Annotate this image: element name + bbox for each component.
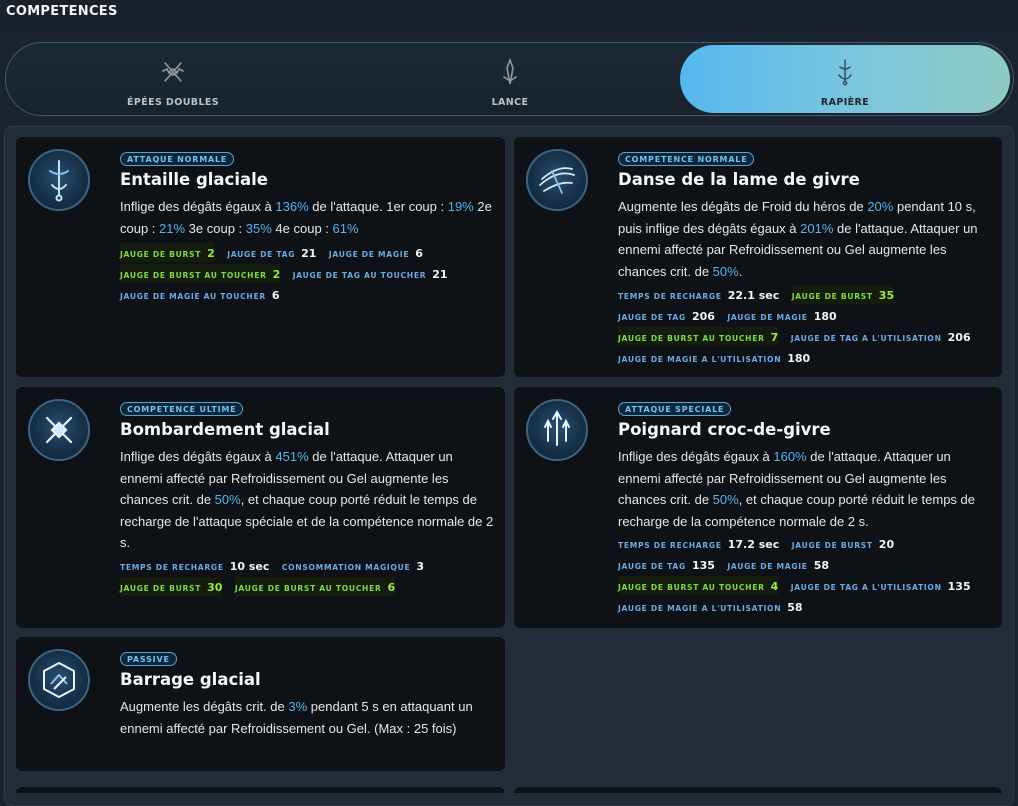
skill-card-passive: PASSIVE Barrage glacial Augmente les dég… bbox=[15, 636, 506, 772]
skill-type-badge: COMPETENCE NORMALE bbox=[618, 152, 755, 166]
stat-cooldown: TEMPS DE RECHARGE 22.1 sec bbox=[618, 289, 780, 302]
skill-type-badge: COMPETENCE ULTIME bbox=[120, 402, 244, 416]
skill-card-partial-right bbox=[513, 786, 1003, 793]
skill-card-normal-attack: ATTAQUE NORMALE Entaille glaciale Inflig… bbox=[15, 136, 506, 378]
stat-magic-gauge: JAUGE DE MAGIE 180 bbox=[727, 310, 837, 323]
stat-magic-on-use: JAUGE DE MAGIE A L'UTILISATION 58 bbox=[618, 601, 803, 614]
skill-description: Inflige des dégâts égaux à 451% de l'att… bbox=[120, 449, 494, 550]
stat-tag-gauge: JAUGE DE TAG 206 bbox=[618, 310, 715, 323]
skill-description: Augmente les dégâts de Froid du héros de… bbox=[618, 199, 978, 279]
stat-burst-on-hit: JAUGE DE BURST AU TOUCHER 6 bbox=[234, 577, 396, 596]
top-header: COMPETENCES bbox=[0, 0, 1018, 30]
skill-card-special-attack: ATTAQUE SPECIALE Poignard croc-de-givre … bbox=[513, 386, 1003, 629]
stat-magic-gauge: JAUGE DE MAGIE 6 bbox=[328, 247, 423, 260]
skill-card-partial-left bbox=[15, 786, 506, 793]
ice-burst-icon bbox=[28, 399, 90, 461]
tab-dual-swords[interactable]: ÉPÉES DOUBLES bbox=[6, 43, 340, 115]
skill-card-normal-skill: COMPETENCE NORMALE Danse de la lame de g… bbox=[513, 136, 1003, 378]
ice-slash-icon bbox=[28, 149, 90, 211]
stat-burst-on-hit: JAUGE DE BURST AU TOUCHER 2 bbox=[120, 264, 281, 283]
tab-label: RAPIÈRE bbox=[820, 97, 870, 108]
stat-tag-on-hit: JAUGE DE TAG AU TOUCHER 21 bbox=[292, 268, 448, 281]
skill-title: Bombardement glacial bbox=[120, 420, 330, 439]
stat-tag-gauge: JAUGE DE TAG 135 bbox=[618, 559, 715, 572]
skill-title: Danse de la lame de givre bbox=[618, 170, 860, 189]
skill-type-badge: ATTAQUE NORMALE bbox=[120, 152, 235, 166]
stat-burst-gauge: JAUGE DE BURST 35 bbox=[791, 285, 895, 304]
skill-type-badge: PASSIVE bbox=[120, 652, 177, 666]
skill-description: Augmente les dégâts crit. de 3% pendant … bbox=[120, 699, 473, 736]
tab-lance[interactable]: LANCE bbox=[340, 43, 680, 115]
stat-tag-on-use: JAUGE DE TAG A L'UTILISATION 206 bbox=[790, 331, 971, 344]
skill-card-ultimate: COMPETENCE ULTIME Bombardement glacial I… bbox=[15, 386, 506, 629]
stat-burst-on-hit: JAUGE DE BURST AU TOUCHER 4 bbox=[618, 576, 779, 595]
skill-title: Poignard croc-de-givre bbox=[618, 420, 831, 439]
lance-icon bbox=[495, 57, 525, 87]
frost-fang-dagger-icon bbox=[526, 399, 588, 461]
stat-burst-gauge: JAUGE DE BURST 20 bbox=[791, 538, 895, 551]
skill-description: Inflige des dégâts égaux à 160% de l'att… bbox=[618, 449, 976, 529]
stat-magic-gauge: JAUGE DE MAGIE 58 bbox=[727, 559, 829, 572]
skill-title: Entaille glaciale bbox=[120, 170, 268, 189]
skill-type-badge: ATTAQUE SPECIALE bbox=[618, 402, 732, 416]
stat-magic-on-use: JAUGE DE MAGIE A L'UTILISATION 180 bbox=[618, 352, 811, 365]
stat-cooldown: TEMPS DE RECHARGE 17.2 sec bbox=[618, 538, 780, 551]
stat-cooldown: TEMPS DE RECHARGE 10 sec bbox=[120, 560, 270, 573]
tab-label: LANCE bbox=[491, 97, 529, 108]
skill-description: Inflige des dégâts égaux à 136% de l'att… bbox=[120, 199, 492, 236]
stat-magic-on-hit: JAUGE DE MAGIE AU TOUCHER 6 bbox=[120, 289, 280, 302]
skill-stats: TEMPS DE RECHARGE 17.2 sec JAUGE DE BURST… bbox=[618, 534, 1003, 618]
stat-magic-consumption: CONSOMMATION MAGIQUE 3 bbox=[281, 560, 425, 573]
stat-tag-gauge: JAUGE DE TAG 21 bbox=[227, 247, 317, 260]
stat-tag-on-use: JAUGE DE TAG A L'UTILISATION 135 bbox=[790, 580, 971, 593]
stat-burst-gauge: JAUGE DE BURST 30 bbox=[120, 577, 223, 596]
ice-shield-icon bbox=[28, 649, 90, 711]
tab-label: ÉPÉES DOUBLES bbox=[126, 97, 220, 108]
skill-stats: JAUGE DE BURST 2 JAUGE DE TAG 21 JAUGE DE … bbox=[120, 243, 505, 306]
skill-title: Barrage glacial bbox=[120, 670, 261, 689]
skill-stats: TEMPS DE RECHARGE 22.1 sec JAUGE DE BURST… bbox=[618, 285, 1003, 369]
rapier-icon bbox=[830, 57, 860, 87]
tab-rapiere[interactable]: RAPIÈRE bbox=[680, 45, 1010, 113]
weapon-tab-bar: ÉPÉES DOUBLES LANCE RAPIÈRE bbox=[5, 42, 1014, 116]
section-title: COMPETENCES bbox=[6, 4, 118, 19]
dual-swords-icon bbox=[158, 57, 188, 87]
frost-blade-dance-icon bbox=[526, 149, 588, 211]
stat-burst-gauge: JAUGE DE BURST 2 bbox=[120, 243, 215, 262]
skill-stats: TEMPS DE RECHARGE 10 sec CONSOMMATION MAG… bbox=[120, 556, 505, 598]
stat-burst-on-hit: JAUGE DE BURST AU TOUCHER 7 bbox=[618, 327, 779, 346]
